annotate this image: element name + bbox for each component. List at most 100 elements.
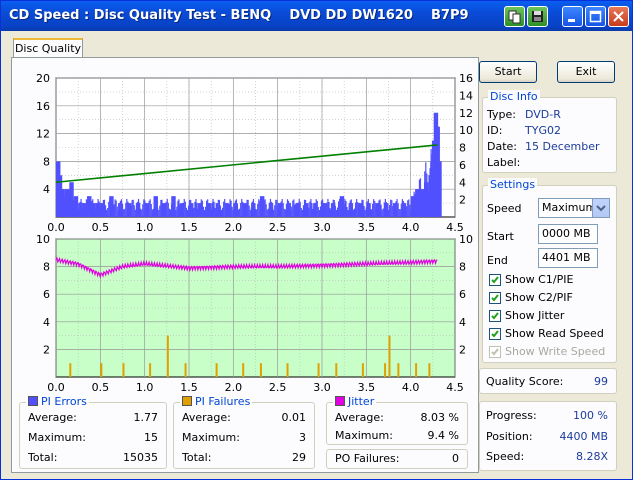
- minimize-button[interactable]: [562, 6, 583, 27]
- pi-error-bar: [247, 199, 249, 217]
- jitter-maximum: 9.4 %: [427, 429, 459, 442]
- pi-error-bar: [416, 203, 418, 217]
- end-field[interactable]: 4401 MB: [538, 248, 598, 268]
- pi-error-bar: [402, 201, 405, 217]
- pi-error-bar: [419, 178, 422, 217]
- pi-error-bar: [337, 201, 340, 217]
- checkbox-checked-icon[interactable]: [489, 310, 501, 322]
- pi-error-bar: [161, 199, 163, 217]
- pi-error-bar: [392, 205, 394, 217]
- pi-error-bar: [57, 190, 59, 217]
- pi-error-bar: [135, 207, 137, 217]
- pi-error-bar: [56, 198, 58, 217]
- pi-error-bar: [74, 200, 76, 217]
- pi-error-bar: [270, 201, 273, 217]
- y-tick-label: 16: [36, 100, 50, 113]
- pi-error-bar: [297, 202, 299, 217]
- pi-failures-maximum: 3: [299, 431, 306, 444]
- pi-error-bar: [378, 200, 380, 217]
- pi-error-bar: [88, 210, 91, 217]
- pi-error-bar: [325, 208, 327, 217]
- pi-error-bar: [306, 205, 308, 217]
- pi-error-bar: [362, 200, 364, 217]
- pi-error-bar: [118, 206, 120, 217]
- pi-error-bar: [417, 192, 419, 217]
- pi-error-bar: [368, 203, 371, 217]
- jitter-swatch: [335, 396, 345, 406]
- pi-error-bar: [69, 193, 72, 217]
- pi-error-bar: [315, 199, 317, 217]
- jitter-average: 8.03 %: [420, 411, 459, 424]
- x-tick-label: 4.5: [446, 381, 464, 394]
- x-tick-label: 0.5: [92, 381, 110, 394]
- pi-error-bar: [327, 198, 329, 217]
- copy-icon[interactable]: [504, 6, 525, 27]
- pi-errors-maximum: 15: [144, 431, 158, 444]
- pi-error-bar: [376, 210, 378, 217]
- pi-error-bar: [112, 209, 114, 217]
- pi-failures-average-row: Average: 0.01: [182, 411, 306, 424]
- pi-error-bar: [198, 209, 200, 217]
- y-tick-label-right: 8: [459, 261, 466, 274]
- pi-error-bar: [333, 200, 335, 217]
- pi-error-bar: [316, 200, 318, 217]
- pi-error-bar: [143, 199, 145, 217]
- pi-error-bar: [102, 199, 105, 217]
- save-icon[interactable]: [527, 6, 548, 27]
- start-field[interactable]: 0000 MB: [538, 224, 598, 244]
- x-tick-label: 3.5: [358, 381, 376, 394]
- pi-error-bar: [282, 203, 284, 217]
- settings-group: Settings Speed Maximum Start 0000 MB End…: [482, 178, 617, 363]
- pi-error-bar: [178, 199, 180, 217]
- title-bar[interactable]: CD Speed : Disc Quality Test - BENQ DVD …: [1, 1, 632, 31]
- y-tick-label-right: 14: [459, 89, 473, 102]
- pi-error-bar: [264, 199, 266, 217]
- pi-error-bar: [252, 198, 255, 217]
- x-tick-label: 2.0: [225, 221, 243, 234]
- pi-error-bar: [181, 208, 183, 217]
- x-tick-label: 4.0: [402, 381, 420, 394]
- y-tick-label-right: 2: [459, 343, 466, 356]
- checkbox-checked-icon[interactable]: [489, 328, 501, 340]
- maximize-button[interactable]: [585, 6, 606, 27]
- close-button[interactable]: [608, 6, 629, 27]
- pi-error-bar: [73, 200, 75, 217]
- start-button[interactable]: Start: [479, 61, 537, 83]
- pi-error-bar: [414, 194, 416, 217]
- pi-error-bar: [91, 200, 93, 217]
- pi-error-bar: [131, 199, 133, 217]
- pi-error-bar: [154, 198, 157, 217]
- pi-error-bar: [211, 202, 213, 217]
- pi-error-bar: [138, 202, 141, 217]
- y-tick-label-right: 8: [459, 142, 466, 155]
- pi-error-bar: [356, 198, 358, 217]
- pi-error-bar: [300, 208, 302, 217]
- pi-error-bar: [235, 199, 238, 217]
- pi-error-bar: [212, 198, 214, 217]
- pi-error-bar: [398, 209, 400, 217]
- pi-failure-bar: [335, 363, 338, 377]
- exit-button[interactable]: Exit: [557, 61, 615, 83]
- pi-errors-average-row: Average: 1.77: [28, 411, 158, 424]
- pi-error-bar: [254, 208, 257, 217]
- pi-failure-bar: [388, 335, 391, 377]
- checkbox-checked-icon[interactable]: [489, 292, 501, 304]
- pi-error-bar: [213, 201, 215, 217]
- pi-error-bar: [379, 199, 381, 217]
- pi-error-bar: [336, 207, 339, 217]
- pi-error-bar: [377, 206, 379, 217]
- y-tick-label: 12: [36, 128, 50, 141]
- checkbox-checked-icon[interactable]: [489, 274, 501, 286]
- pi-error-bar: [403, 207, 406, 217]
- tab-disc-quality[interactable]: Disc Quality: [13, 38, 83, 58]
- pi-error-bar: [232, 210, 234, 217]
- pi-error-bar: [83, 209, 85, 217]
- pi-error-bar: [434, 169, 436, 217]
- pi-error-bar: [303, 199, 306, 217]
- pi-error-bar: [109, 198, 111, 217]
- chevron-down-icon[interactable]: [592, 199, 609, 217]
- pi-error-bar: [344, 199, 346, 217]
- speed-select[interactable]: Maximum: [538, 198, 610, 218]
- pi-error-bar: [394, 207, 396, 217]
- pi-error-bar: [193, 207, 195, 217]
